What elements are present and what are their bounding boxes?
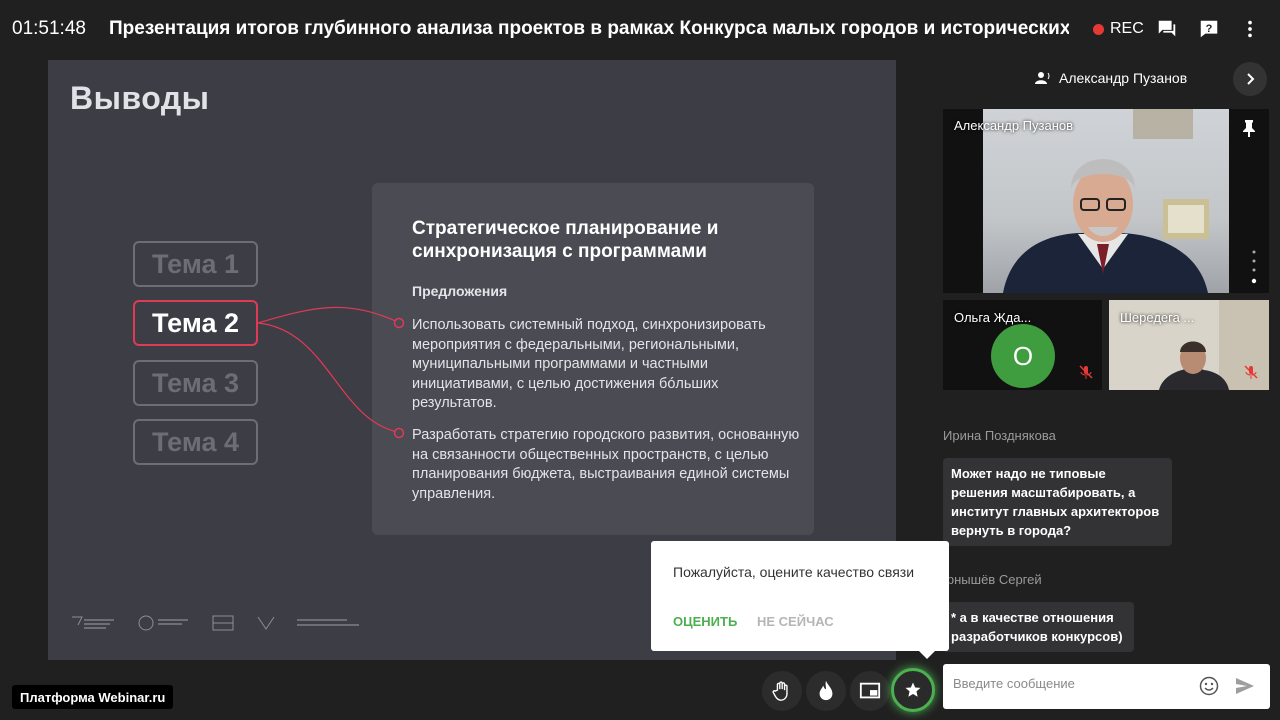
chat-icon bbox=[1158, 20, 1176, 37]
scroll-dots-icon bbox=[1251, 250, 1257, 284]
speaker-header: Александр Пузанов bbox=[1035, 70, 1187, 86]
raise-hand-button[interactable] bbox=[762, 671, 802, 711]
partner-logo-2 bbox=[138, 615, 188, 631]
recording-label: REC bbox=[1110, 20, 1144, 37]
recording-dot-icon bbox=[1093, 23, 1104, 35]
speaker-icon bbox=[1035, 72, 1050, 84]
help-button[interactable]: ? bbox=[1197, 17, 1221, 41]
participant-name: Ольга Жда... bbox=[954, 310, 1032, 325]
partner-logo-3 bbox=[212, 615, 234, 631]
chat-author: Ирина Позднякова bbox=[943, 428, 1056, 443]
chat-message: Может надо не типовые решения масштабиро… bbox=[943, 458, 1172, 546]
help-icon: ? bbox=[1200, 20, 1218, 38]
star-icon bbox=[905, 682, 921, 697]
bullet-1-icon bbox=[393, 317, 405, 329]
rate-quality-button[interactable] bbox=[891, 668, 935, 712]
main-video-tile[interactable]: Александр Пузанов bbox=[943, 109, 1269, 293]
emoji-icon[interactable] bbox=[1199, 676, 1219, 696]
participant-tile-sheredega[interactable]: Шередега ... bbox=[1109, 300, 1269, 390]
mic-off-icon bbox=[1244, 365, 1258, 379]
avatar: О bbox=[991, 324, 1055, 388]
chat-toggle-button[interactable] bbox=[1155, 17, 1179, 41]
svg-text:?: ? bbox=[1206, 23, 1213, 35]
partner-logos bbox=[70, 613, 365, 633]
recording-indicator: REC bbox=[1093, 20, 1144, 38]
mic-off-icon bbox=[1079, 365, 1093, 379]
chat-message: * а в качестве отношения разработчиков к… bbox=[943, 602, 1134, 652]
more-vert-icon bbox=[1248, 20, 1252, 38]
picture-in-picture-icon bbox=[859, 682, 881, 699]
more-menu-button[interactable] bbox=[1238, 17, 1262, 41]
raise-hand-icon bbox=[772, 681, 788, 701]
speaker-video-feed bbox=[983, 109, 1229, 293]
rate-now-button[interactable]: ОЦЕНИТЬ bbox=[673, 614, 737, 629]
fire-icon bbox=[819, 680, 833, 701]
speaker-name: Александр Пузанов bbox=[1059, 70, 1188, 86]
partner-logo-4 bbox=[257, 616, 275, 630]
chevron-right-icon bbox=[1247, 73, 1255, 85]
top-bar: 01:51:48 Презентация итогов глубинного а… bbox=[0, 0, 1280, 58]
webinar-title: Презентация итогов глубинного анализа пр… bbox=[109, 18, 1069, 39]
reactions-button[interactable] bbox=[806, 671, 846, 711]
participant-tile-olga[interactable]: Ольга Жда... О bbox=[943, 300, 1102, 390]
rate-connection-popup: Пожалуйста, оцените качество связи ОЦЕНИ… bbox=[651, 541, 949, 659]
platform-badge[interactable]: Платформа Webinar.ru bbox=[12, 685, 174, 709]
message-input[interactable] bbox=[953, 676, 1183, 691]
partner-logo-5 bbox=[297, 619, 359, 626]
pin-icon[interactable] bbox=[1241, 119, 1257, 137]
send-icon[interactable] bbox=[1235, 677, 1255, 695]
chat-composer bbox=[943, 664, 1270, 709]
partner-logo-1 bbox=[72, 616, 114, 629]
picture-in-picture-button[interactable] bbox=[850, 671, 890, 711]
not-now-button[interactable]: НЕ СЕЙЧАС bbox=[757, 614, 834, 629]
speaker-video-image bbox=[1003, 109, 1209, 293]
elapsed-timer: 01:51:48 bbox=[12, 18, 86, 39]
bullet-2-icon bbox=[393, 427, 405, 439]
rate-prompt-text: Пожалуйста, оцените качество связи bbox=[673, 564, 915, 580]
panel-collapse-button[interactable] bbox=[1233, 62, 1267, 96]
participant-name: Шередега ... bbox=[1120, 310, 1195, 325]
main-video-name: Александр Пузанов bbox=[954, 118, 1074, 133]
